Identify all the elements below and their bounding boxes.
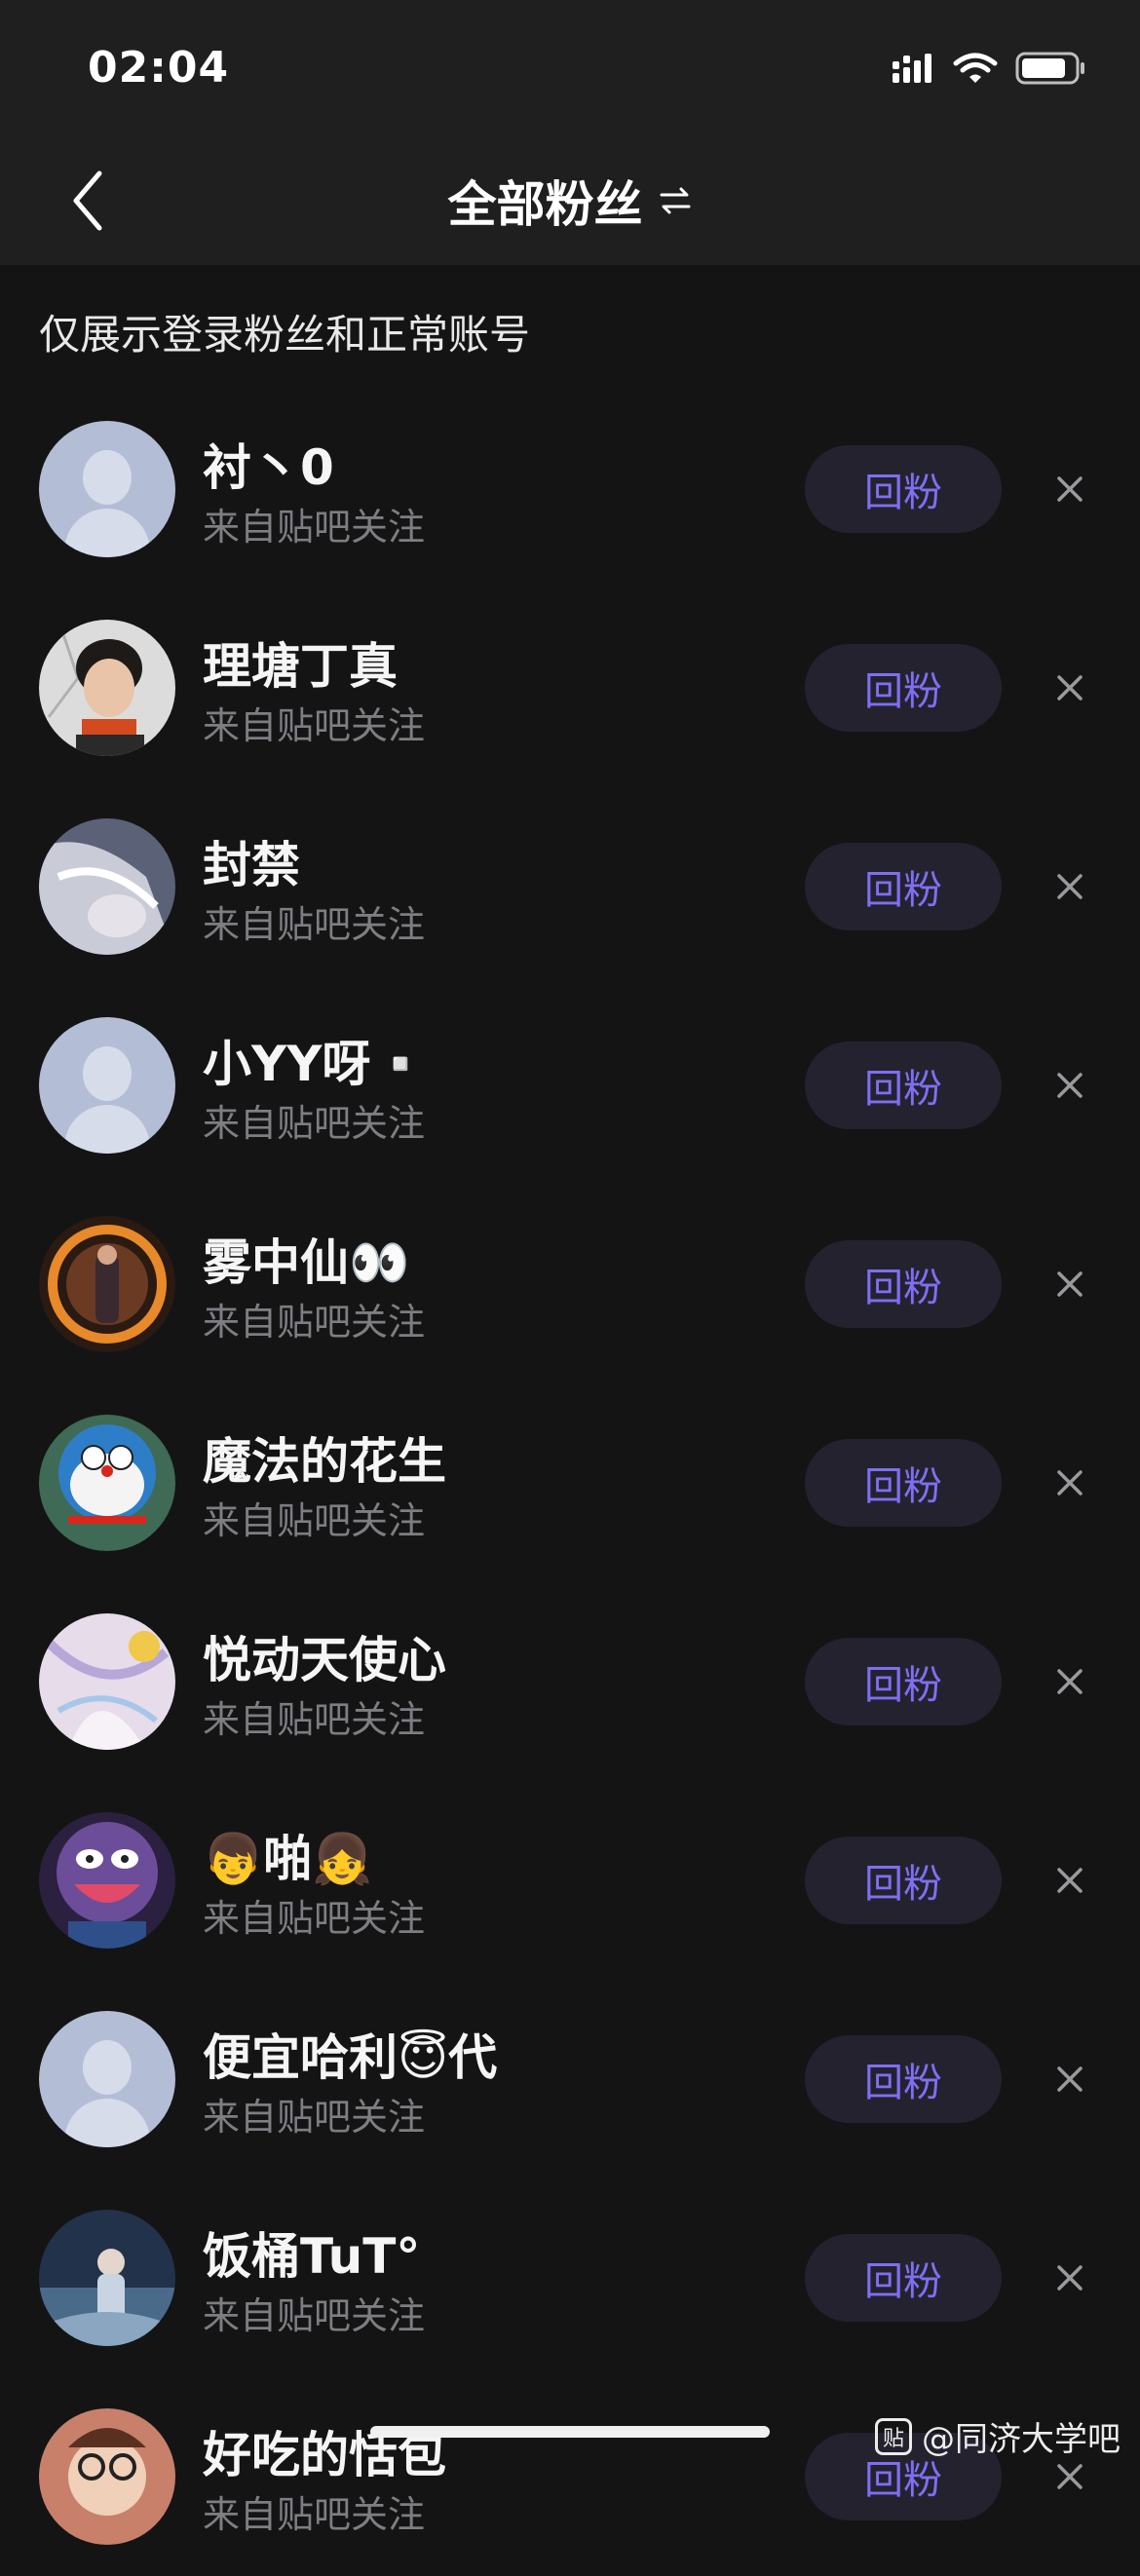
follow-back-button[interactable]: 回粉 [805,2234,1002,2322]
follower-source: 来自贴吧关注 [203,1698,426,1741]
follower-row[interactable]: 👦啪👧 来自贴吧关注 回粉 [0,1781,1140,1980]
remove-button[interactable] [1048,2256,1091,2299]
remove-button[interactable] [1048,1263,1091,1306]
follower-source: 来自贴吧关注 [203,506,426,549]
status-time: 02:04 [88,43,230,93]
follower-name: 魔法的花生 [203,1433,446,1490]
follow-back-button[interactable]: 回粉 [805,1439,1002,1527]
follower-row[interactable]: 衬丶0 来自贴吧关注 回粉 [0,390,1140,588]
avatar[interactable] [39,2210,175,2346]
follower-row[interactable]: 小YY呀▫️ 来自贴吧关注 回粉 [0,986,1140,1185]
follower-name: 雾中仙👀 [203,1234,410,1291]
follower-name: 理塘丁真 [203,638,398,695]
page-title: 全部粉丝 [447,176,643,233]
follower-name: 便宜哈利😇代 [203,2029,498,2086]
follow-back-button[interactable]: 回粉 [805,843,1002,930]
close-icon [1057,1868,1083,1893]
avatar[interactable] [39,421,175,557]
follower-row[interactable]: 雾中仙👀 来自贴吧关注 回粉 [0,1185,1140,1383]
tieba-logo-icon: 贴 [875,2417,912,2455]
follower-source: 来自贴吧关注 [203,2294,426,2337]
close-icon [1057,2265,1083,2291]
follow-back-button[interactable]: 回粉 [805,1837,1002,1924]
close-icon [1057,675,1083,701]
close-icon [1057,874,1083,899]
follower-source: 来自贴吧关注 [203,1897,426,1940]
follower-row[interactable]: 好吃的恬包 来自贴吧关注 回粉 [0,2377,1140,2576]
remove-button[interactable] [1048,666,1091,709]
remove-button[interactable] [1048,468,1091,511]
follower-row[interactable]: 理塘丁真 来自贴吧关注 回粉 [0,588,1140,787]
cellular-signal-icon [893,54,931,83]
nav-bar: 全部粉丝 [0,136,1140,265]
close-icon [1057,1669,1083,1694]
follow-back-button[interactable]: 回粉 [805,445,1002,533]
follower-row[interactable]: 饭桶TuT° 来自贴吧关注 回粉 [0,2178,1140,2377]
close-icon [1057,1073,1083,1098]
remove-button[interactable] [1048,1461,1091,1504]
status-bar: 02:04 [0,0,1140,136]
watermark-text: @同济大学吧 [922,2420,1121,2459]
follow-back-button[interactable]: 回粉 [805,1042,1002,1129]
follow-back-button[interactable]: 回粉 [805,644,1002,732]
follower-name: 👦啪👧 [203,1831,373,1887]
follower-name: 悦动天使心 [203,1632,446,1688]
follow-back-button[interactable]: 回粉 [805,2035,1002,2123]
follower-source: 来自贴吧关注 [203,1301,426,1344]
follower-source: 来自贴吧关注 [203,2096,426,2139]
follower-name: 封禁 [203,837,300,893]
follower-source: 来自贴吧关注 [203,903,426,946]
nav-title-group[interactable]: 全部粉丝 [0,166,1140,236]
follow-back-button[interactable]: 回粉 [805,1240,1002,1328]
close-icon [1057,1470,1083,1496]
swap-arrows-icon [660,187,691,214]
close-icon [1057,1271,1083,1297]
follower-row[interactable]: 魔法的花生 来自贴吧关注 回粉 [0,1383,1140,1582]
follower-name: 饭桶TuT° [203,2228,421,2285]
home-indicator[interactable] [370,2426,770,2438]
close-icon [1057,2066,1083,2092]
avatar[interactable] [39,1613,175,1750]
status-icons [891,51,1087,86]
avatar[interactable] [39,1415,175,1551]
remove-button[interactable] [1048,1859,1091,1902]
remove-button[interactable] [1048,865,1091,908]
follow-back-button[interactable]: 回粉 [805,1638,1002,1725]
wifi-icon [953,53,998,83]
watermark: 贴 @同济大学吧 [875,2412,1121,2460]
follower-row[interactable]: 悦动天使心 来自贴吧关注 回粉 [0,1582,1140,1781]
follower-name: 小YY呀▫️ [203,1036,432,1092]
remove-button[interactable] [1048,1660,1091,1703]
avatar[interactable] [39,2011,175,2147]
remove-button[interactable] [1048,2058,1091,2101]
notice-text: 仅展示登录粉丝和正常账号 [39,311,531,359]
follower-name: 衬丶0 [203,439,334,496]
follower-source: 来自贴吧关注 [203,1499,426,1542]
remove-button[interactable] [1048,1064,1091,1107]
battery-icon [1015,52,1084,85]
follower-source: 来自贴吧关注 [203,1102,426,1145]
follower-row[interactable]: 便宜哈利😇代 来自贴吧关注 回粉 [0,1980,1140,2178]
follower-list: 衬丶0 来自贴吧关注 回粉 理塘丁真 来自贴吧关注 回粉 封禁 来自贴吧关注 回… [0,390,1140,2576]
follower-source: 来自贴吧关注 [203,2493,426,2536]
follower-source: 来自贴吧关注 [203,704,426,747]
remove-button[interactable] [1048,2455,1091,2498]
avatar[interactable] [39,818,175,955]
avatar[interactable] [39,1017,175,1154]
avatar[interactable] [39,620,175,756]
avatar[interactable] [39,1812,175,1949]
follower-row[interactable]: 封禁 来自贴吧关注 回粉 [0,787,1140,986]
avatar[interactable] [39,1216,175,1352]
close-icon [1057,476,1083,502]
avatar[interactable] [39,2408,175,2545]
